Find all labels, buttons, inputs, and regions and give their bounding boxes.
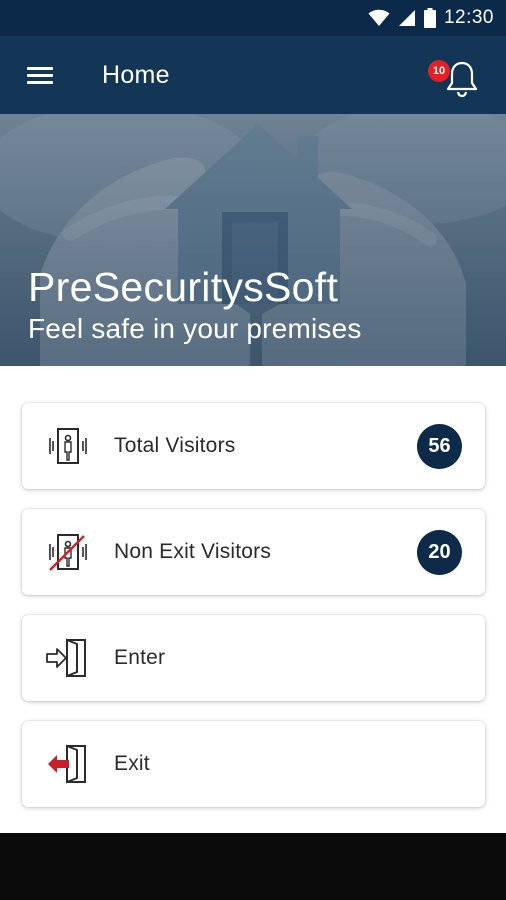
- status-time: 12:30: [443, 7, 494, 28]
- cell-signal-icon: [398, 10, 415, 26]
- door-exit-icon: [22, 721, 114, 807]
- enter-label: Enter: [114, 646, 166, 669]
- total-visitors-count: 56: [417, 424, 462, 469]
- hamburger-menu-icon: [27, 63, 53, 88]
- page-title: Home: [102, 60, 170, 89]
- bottom-nav-bar: [0, 833, 506, 900]
- total-visitors-card[interactable]: Total Visitors 56: [22, 403, 485, 489]
- crossed-scanner-icon: [22, 509, 114, 595]
- hero-banner: PreSecuritysSoft Feel safe in your premi…: [0, 114, 506, 366]
- action-cards: Total Visitors 56 Non Exit Visitors 20 E…: [22, 403, 485, 827]
- exit-label: Exit: [114, 752, 150, 775]
- bell-icon: [446, 61, 478, 98]
- hero-title: PreSecuritysSoft: [28, 264, 339, 310]
- menu-button[interactable]: [0, 36, 80, 114]
- non-exit-visitors-count: 20: [417, 530, 462, 575]
- status-bar: 12:30: [0, 0, 506, 36]
- wifi-icon: [368, 9, 390, 26]
- battery-icon: [423, 8, 436, 28]
- hero-subtitle: Feel safe in your premises: [28, 313, 362, 344]
- notification-badge: 10: [428, 60, 450, 82]
- walkthrough-scanner-icon: [22, 403, 114, 489]
- enter-card[interactable]: Enter: [22, 615, 485, 701]
- notifications-button[interactable]: 10: [428, 56, 480, 102]
- non-exit-visitors-card[interactable]: Non Exit Visitors 20: [22, 509, 485, 595]
- door-enter-icon: [22, 615, 114, 701]
- exit-card[interactable]: Exit: [22, 721, 485, 807]
- app-bar: Home 10: [0, 36, 506, 114]
